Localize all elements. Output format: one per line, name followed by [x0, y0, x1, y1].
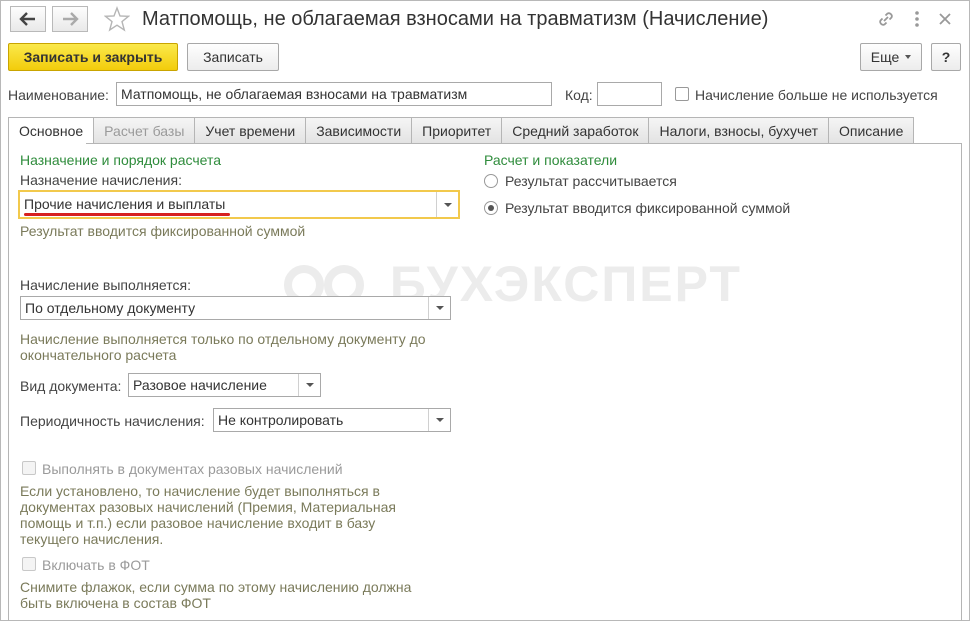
section-title-calculation: Расчет и показатели [484, 152, 618, 168]
onetime-hint-line-1: Если установлено, то начисление будет вы… [20, 483, 380, 499]
panel-border-top [86, 143, 962, 144]
name-field[interactable]: Матпомощь, не облагаемая взносами на тра… [116, 82, 552, 106]
exec-value: По отдельному документу [25, 300, 196, 316]
chevron-down-icon[interactable] [428, 409, 450, 431]
save-and-close-button[interactable]: Записать и закрыть [8, 43, 178, 71]
exec-hint-line-2: окончательного расчета [20, 347, 177, 363]
radio-result-calculated-label: Результат рассчитывается [505, 173, 677, 189]
doc-type-value: Разовое начисление [133, 377, 267, 393]
periodicity-value: Не контролировать [218, 412, 344, 428]
fot-checkbox[interactable] [22, 557, 36, 571]
fot-hint: Снимите флажок, если сумма по этому начи… [20, 579, 411, 611]
more-vertical-icon[interactable] [906, 8, 928, 30]
doc-type-select[interactable]: Разовое начисление [128, 373, 321, 397]
exec-label: Начисление выполняется: [20, 277, 191, 293]
radio-result-calculated[interactable] [484, 174, 498, 188]
chevron-down-icon[interactable] [298, 374, 320, 396]
tab-main[interactable]: Основное [8, 117, 95, 144]
periodicity-label: Периодичность начисления: [20, 413, 205, 429]
code-label: Код: [565, 87, 593, 103]
code-field[interactable] [597, 82, 662, 106]
doc-type-label: Вид документа: [20, 378, 122, 394]
purpose-label: Назначение начисления: [20, 172, 182, 188]
tab-dependencies[interactable]: Зависимости [306, 117, 413, 144]
panel-border-right [961, 143, 962, 621]
radio-result-fixed[interactable] [484, 201, 498, 215]
section-title-purpose: Назначение и порядок расчета [20, 152, 222, 168]
window-title: Матпомощь, не облагаемая взносами на тра… [142, 8, 769, 30]
back-button[interactable] [10, 6, 46, 32]
radio-result-fixed-label: Результат вводится фиксированной суммой [505, 200, 791, 216]
tab-priority[interactable]: Приоритет [412, 117, 503, 144]
red-underline-mark [24, 213, 230, 216]
more-button-label: Еще [870, 49, 900, 65]
save-button[interactable]: Записать [187, 43, 279, 71]
exec-select[interactable]: По отдельному документу [20, 296, 451, 320]
help-button[interactable]: ? [931, 43, 961, 71]
tab-bar: Основное Расчет базы Учет времени Зависи… [8, 117, 915, 144]
tab-base-calculation[interactable]: Расчет базы [94, 117, 196, 144]
more-button[interactable]: Еще [860, 43, 922, 71]
exec-hint: Начисление выполняется только по отдельн… [20, 331, 426, 363]
purpose-value: Прочие начисления и выплаты [24, 196, 226, 212]
panel-border-left [8, 143, 9, 621]
periodicity-select[interactable]: Не контролировать [213, 408, 451, 432]
favorite-star-icon[interactable] [103, 6, 131, 32]
onetime-hint-line-3: помощь и т.п.) если разовое начисление в… [20, 515, 376, 531]
tab-average-earnings[interactable]: Средний заработок [502, 117, 650, 144]
forward-button[interactable] [52, 6, 88, 32]
onetime-checkbox-label: Выполнять в документах разовых начислени… [42, 461, 343, 477]
onetime-checkbox[interactable] [22, 461, 36, 475]
exec-hint-line-1: Начисление выполняется только по отдельн… [20, 331, 426, 347]
onetime-hint: Если установлено, то начисление будет вы… [20, 483, 396, 547]
fot-hint-line-2: быть включена в состав ФОТ [20, 595, 211, 611]
arrow-right-icon [63, 12, 79, 26]
chevron-down-icon[interactable] [436, 192, 458, 217]
unused-checkbox[interactable] [675, 87, 689, 101]
tab-taxes-accounting[interactable]: Налоги, взносы, бухучет [649, 117, 829, 144]
chevron-down-icon [905, 55, 912, 59]
close-icon[interactable] [934, 8, 956, 30]
chevron-down-icon[interactable] [428, 297, 450, 319]
fot-checkbox-label: Включать в ФОТ [42, 557, 150, 573]
fot-hint-line-1: Снимите флажок, если сумма по этому начи… [20, 579, 412, 595]
link-icon[interactable] [875, 8, 897, 30]
onetime-hint-line-4: текущего начисления. [20, 531, 164, 547]
tab-time-accounting[interactable]: Учет времени [195, 117, 307, 144]
onetime-hint-line-2: документах разовых начислений (Премия, М… [20, 499, 396, 515]
unused-label: Начисление больше не используется [695, 87, 938, 103]
tab-description[interactable]: Описание [828, 117, 915, 144]
arrow-left-icon [19, 12, 35, 26]
name-label: Наименование: [8, 87, 109, 103]
purpose-hint: Результат вводится фиксированной суммой [20, 223, 306, 239]
